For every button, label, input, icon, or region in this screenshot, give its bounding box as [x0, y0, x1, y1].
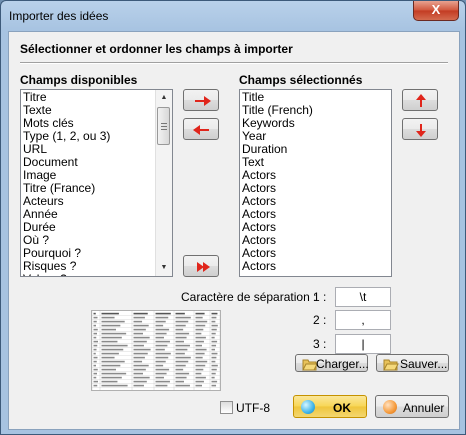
scroll-down-arrow-icon[interactable]: ▼	[156, 260, 172, 276]
separator-label: Caractère de séparation :	[181, 290, 317, 304]
cancel-icon	[383, 400, 397, 414]
preview-image	[91, 310, 221, 391]
available-items: Titre Texte Mots clés Type (1, 2, ou 3) URL D…	[23, 91, 172, 277]
dialog-heading: Sélectionner et ordonner les champs à im…	[20, 42, 293, 56]
arrow-up-icon	[416, 94, 426, 107]
selected-items: Title Title (French) Keywords Year Duration T…	[242, 91, 391, 273]
scroll-up-arrow-icon[interactable]: ▲	[156, 90, 172, 106]
window-title: Importer des idées	[9, 9, 109, 23]
ok-button-label: OK	[333, 401, 351, 415]
cancel-button[interactable]: Annuler	[375, 395, 449, 418]
arrow-left-icon	[193, 125, 209, 135]
utf8-checkbox[interactable]	[220, 401, 233, 414]
available-fields-list[interactable]: Titre Texte Mots clés Type (1, 2, ou 3) URL D…	[20, 89, 173, 277]
available-fields-label: Champs disponibles	[20, 73, 138, 87]
list-item[interactable]: Actors	[242, 260, 391, 273]
separator-input-1[interactable]: \t	[335, 287, 391, 307]
separator-num-2: 2 :	[313, 313, 327, 327]
selected-fields-label: Champs sélectionnés	[239, 73, 363, 87]
separator-input-3[interactable]: |	[335, 334, 391, 354]
save-button-label: Sauver...	[400, 357, 448, 371]
folder-icon	[383, 359, 399, 371]
arrow-right-icon	[195, 96, 211, 106]
add-field-button[interactable]	[183, 89, 219, 111]
preview-table-graphic	[92, 311, 220, 390]
remove-field-button[interactable]	[183, 118, 219, 140]
save-button[interactable]: Sauver...	[376, 354, 449, 372]
selected-fields-list[interactable]: Title Title (French) Keywords Year Duration T…	[239, 89, 392, 277]
move-down-button[interactable]	[402, 118, 438, 140]
double-arrow-right-icon	[197, 262, 210, 272]
separator-num-3: 3 :	[313, 337, 327, 351]
list-item[interactable]: Duration	[242, 143, 391, 156]
dialog-body: Sélectionner et ordonner les champs à im…	[8, 31, 460, 430]
load-button-label: Charger...	[316, 357, 369, 371]
list-item[interactable]: Valeur ?	[23, 273, 172, 277]
title-bar: Importer des idées X	[1, 1, 465, 31]
dialog-window: Importer des idées X Sélectionner et ord…	[0, 0, 466, 435]
separator-input-2[interactable]: ,	[335, 310, 391, 330]
move-up-button[interactable]	[402, 89, 438, 111]
close-button[interactable]: X	[413, 1, 459, 21]
ok-icon	[301, 400, 315, 414]
heading-divider	[20, 62, 448, 64]
utf8-label: UTF-8	[236, 401, 270, 415]
available-scrollbar[interactable]: ▲ ▼	[155, 90, 172, 276]
add-all-fields-button[interactable]	[183, 255, 219, 277]
separator-num-1: 1 :	[313, 290, 327, 304]
cancel-button-label: Annuler	[403, 401, 445, 415]
arrow-down-icon	[416, 124, 426, 137]
load-button[interactable]: Charger...	[295, 354, 369, 372]
ok-button[interactable]: OK	[293, 395, 367, 418]
scroll-thumb[interactable]	[157, 107, 170, 145]
